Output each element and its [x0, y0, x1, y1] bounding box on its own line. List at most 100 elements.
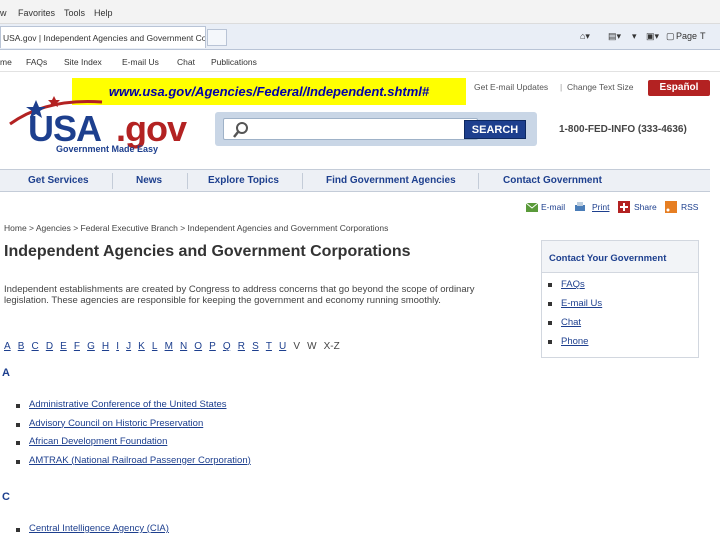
agency-link[interactable]: Advisory Council on Historic Preservatio… — [29, 418, 203, 429]
nav-find-agencies[interactable]: Find Government Agencies — [326, 175, 456, 186]
alpha-letter-w: W — [307, 341, 317, 352]
alpha-link-q[interactable]: Q — [223, 341, 231, 352]
menu-tools[interactable]: Tools — [64, 8, 85, 18]
alpha-link-l[interactable]: L — [152, 341, 158, 352]
search-box: SEARCH — [215, 112, 537, 146]
agency-link[interactable]: AMTRAK (National Railroad Passenger Corp… — [29, 455, 251, 466]
logo-tagline: Government Made Easy — [56, 144, 159, 154]
feeds-icon[interactable]: ▤▾ — [608, 31, 621, 42]
agency-list-a: Administrative Conference of the United … — [14, 399, 494, 473]
phone-number: 1-800-FED-INFO (333-4636) — [559, 124, 687, 135]
link-faqs[interactable]: FAQs — [26, 57, 47, 67]
agency-link[interactable]: Central Intelligence Agency (CIA) — [29, 523, 169, 534]
page-menu-label[interactable]: Page — [676, 31, 697, 41]
alpha-link-t[interactable]: T — [266, 341, 272, 352]
page-menu[interactable]: ▢ — [666, 31, 675, 42]
print-icon[interactable]: ▣▾ — [646, 31, 659, 42]
share-print-link[interactable]: Print — [592, 202, 609, 212]
home-icon[interactable]: ⌂▾ — [580, 31, 590, 42]
email-updates-link[interactable]: Get E-mail Updates — [474, 82, 548, 92]
menu-favorites[interactable]: Favorites — [18, 8, 55, 18]
nav-explore-topics[interactable]: Explore Topics — [208, 175, 279, 186]
list-item: AMTRAK (National Railroad Passenger Corp… — [14, 455, 494, 474]
browser-tab-active[interactable]: USA.gov | Independent Agencies and Gover… — [0, 26, 206, 48]
alpha-link-c[interactable]: C — [32, 341, 39, 352]
browser-menu-bar: w Favorites Tools Help — [0, 0, 720, 24]
alpha-link-k[interactable]: K — [138, 341, 145, 352]
alpha-link-s[interactable]: S — [252, 341, 259, 352]
search-button[interactable]: SEARCH — [464, 120, 526, 139]
search-input[interactable] — [223, 118, 478, 140]
text-size-link[interactable]: Change Text Size — [567, 82, 633, 92]
alpha-letter-v: V — [293, 341, 300, 352]
agency-link[interactable]: African Development Foundation — [29, 436, 167, 447]
menu-help[interactable]: Help — [94, 8, 113, 18]
menu-view[interactable]: w — [0, 8, 7, 18]
link-home[interactable]: me — [0, 57, 12, 67]
browser-toolbar: ⌂▾ ▤▾ ▾ ▣▾ ▢ Page T — [580, 29, 720, 46]
alpha-link-o[interactable]: O — [194, 341, 202, 352]
alpha-link-h[interactable]: H — [102, 341, 109, 352]
link-publications[interactable]: Publications — [211, 57, 257, 67]
alpha-link-u[interactable]: U — [279, 341, 286, 352]
alpha-link-p[interactable]: P — [209, 341, 216, 352]
section-heading-a: A — [2, 367, 10, 379]
alpha-link-g[interactable]: G — [87, 341, 95, 352]
sidebar-link-chat[interactable]: Chat — [561, 317, 581, 328]
site-top-links: me FAQs Site Index E-mail Us Chat Public… — [0, 50, 720, 72]
link-email-us[interactable]: E-mail Us — [122, 57, 159, 67]
alpha-link-j[interactable]: J — [126, 341, 131, 352]
alpha-link-m[interactable]: M — [165, 341, 173, 352]
nav-news[interactable]: News — [136, 175, 162, 186]
new-tab-button[interactable] — [207, 29, 227, 46]
intro-text: Independent establishments are created b… — [4, 284, 475, 306]
alpha-link-a[interactable]: A — [4, 341, 11, 352]
share-icon — [618, 201, 630, 213]
share-email-link[interactable]: E-mail — [541, 202, 565, 212]
alpha-link-e[interactable]: E — [60, 341, 67, 352]
list-item: Advisory Council on Historic Preservatio… — [14, 418, 494, 437]
link-chat[interactable]: Chat — [177, 57, 195, 67]
sidebar-link-phone[interactable]: Phone — [561, 336, 588, 347]
agency-link[interactable]: Administrative Conference of the United … — [29, 399, 227, 410]
header-divider: | — [560, 82, 563, 92]
alpha-link-n[interactable]: N — [180, 341, 187, 352]
rss-icon — [665, 201, 677, 213]
share-rss-link[interactable]: RSS — [681, 202, 698, 212]
breadcrumb[interactable]: Home > Agencies > Federal Executive Bran… — [4, 223, 388, 233]
share-share-link[interactable]: Share — [634, 202, 657, 212]
sidebar-link-faqs[interactable]: FAQs — [561, 279, 585, 290]
alpha-letter-xz: X-Z — [323, 341, 340, 352]
nav-divider — [478, 173, 479, 189]
page-title: Independent Agencies and Government Corp… — [4, 243, 411, 260]
usa-gov-logo[interactable]: USA .gov Government Made Easy — [6, 94, 206, 158]
list-item: Chat — [548, 317, 602, 336]
alpha-link-i[interactable]: I — [116, 341, 119, 352]
mail-icon[interactable]: ▾ — [632, 31, 637, 42]
list-item: African Development Foundation — [14, 436, 494, 455]
sidebar-links: FAQs E-mail Us Chat Phone — [548, 279, 602, 355]
print-icon — [575, 202, 585, 211]
email-icon — [526, 202, 538, 212]
list-item: Central Intelligence Agency (CIA) — [14, 523, 494, 540]
alpha-link-f[interactable]: F — [74, 341, 80, 352]
alpha-link-d[interactable]: D — [46, 341, 53, 352]
magnifier-icon — [233, 122, 248, 138]
alpha-link-b[interactable]: B — [18, 341, 25, 352]
agency-list-c: Central Intelligence Agency (CIA) — [14, 523, 494, 540]
nav-divider — [187, 173, 188, 189]
list-item: Administrative Conference of the United … — [14, 399, 494, 418]
sidebar-link-email[interactable]: E-mail Us — [561, 298, 602, 309]
espanol-button[interactable]: Español — [648, 80, 710, 96]
browser-tab-bar: USA.gov | Independent Agencies and Gover… — [0, 24, 720, 50]
list-item: E-mail Us — [548, 298, 602, 317]
contact-sidebar: Contact Your Government FAQs E-mail Us C… — [541, 240, 699, 358]
nav-contact-government[interactable]: Contact Government — [503, 175, 602, 186]
tools-menu[interactable]: T — [700, 31, 706, 41]
share-tools: E-mail Print Share RSS — [526, 201, 716, 217]
alphabet-index: A B C D E F G H I J K L M N O P Q R S T … — [4, 341, 344, 352]
alpha-link-r[interactable]: R — [238, 341, 245, 352]
link-site-index[interactable]: Site Index — [64, 57, 102, 67]
nav-get-services[interactable]: Get Services — [28, 175, 89, 186]
list-item: FAQs — [548, 279, 602, 298]
